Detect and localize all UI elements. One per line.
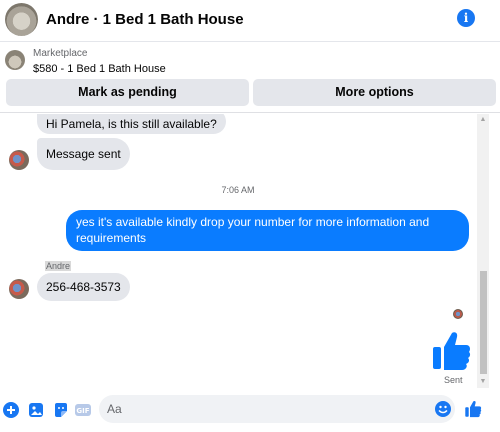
outgoing-message: yes it's available kindly drop your numb… — [66, 210, 469, 251]
photo-icon[interactable] — [28, 402, 44, 418]
marketplace-label: Marketplace — [33, 48, 88, 59]
message-list: Hi Pamela, is this still available? Mess… — [0, 114, 476, 394]
scrollbar-thumb[interactable] — [480, 271, 487, 374]
plus-icon[interactable] — [3, 402, 19, 418]
composer: GIF — [0, 394, 500, 432]
incoming-message: Hi Pamela, is this still available? — [37, 114, 226, 134]
sender-name: Andre — [45, 261, 72, 271]
scroll-down-icon[interactable]: ▼ — [479, 378, 487, 386]
more-options-button[interactable]: More options — [253, 79, 496, 106]
info-icon[interactable]: i — [457, 9, 475, 27]
incoming-message: Message sent — [37, 138, 130, 170]
avatar — [9, 279, 29, 299]
avatar[interactable] — [5, 3, 38, 36]
scrollbar[interactable]: ▲ ▼ — [477, 114, 489, 388]
marketplace-panel: Marketplace $580 - 1 Bed 1 Bath House Ma… — [0, 43, 500, 113]
listing-title[interactable]: $580 - 1 Bed 1 Bath House — [33, 63, 166, 75]
emoji-icon[interactable] — [435, 401, 451, 417]
chat-title[interactable]: Andre · 1 Bed 1 Bath House — [46, 11, 244, 28]
gif-icon[interactable]: GIF — [75, 402, 91, 418]
listing-thumbnail — [5, 50, 25, 70]
incoming-message: 256-468-3573 — [37, 273, 130, 301]
message-input[interactable] — [107, 395, 427, 423]
sticker-icon[interactable] — [53, 402, 69, 418]
like-icon — [433, 332, 471, 370]
mark-as-pending-button[interactable]: Mark as pending — [6, 79, 249, 106]
message-input-box[interactable] — [99, 395, 455, 423]
scroll-up-icon[interactable]: ▲ — [479, 116, 487, 124]
sent-status: Sent — [444, 375, 463, 385]
seen-avatar — [453, 309, 463, 319]
svg-text:GIF: GIF — [76, 407, 89, 415]
avatar — [9, 150, 29, 170]
chat-header: Andre · 1 Bed 1 Bath House i — [0, 0, 500, 42]
like-icon[interactable] — [464, 400, 482, 418]
message-timestamp: 7:06 AM — [221, 185, 255, 195]
